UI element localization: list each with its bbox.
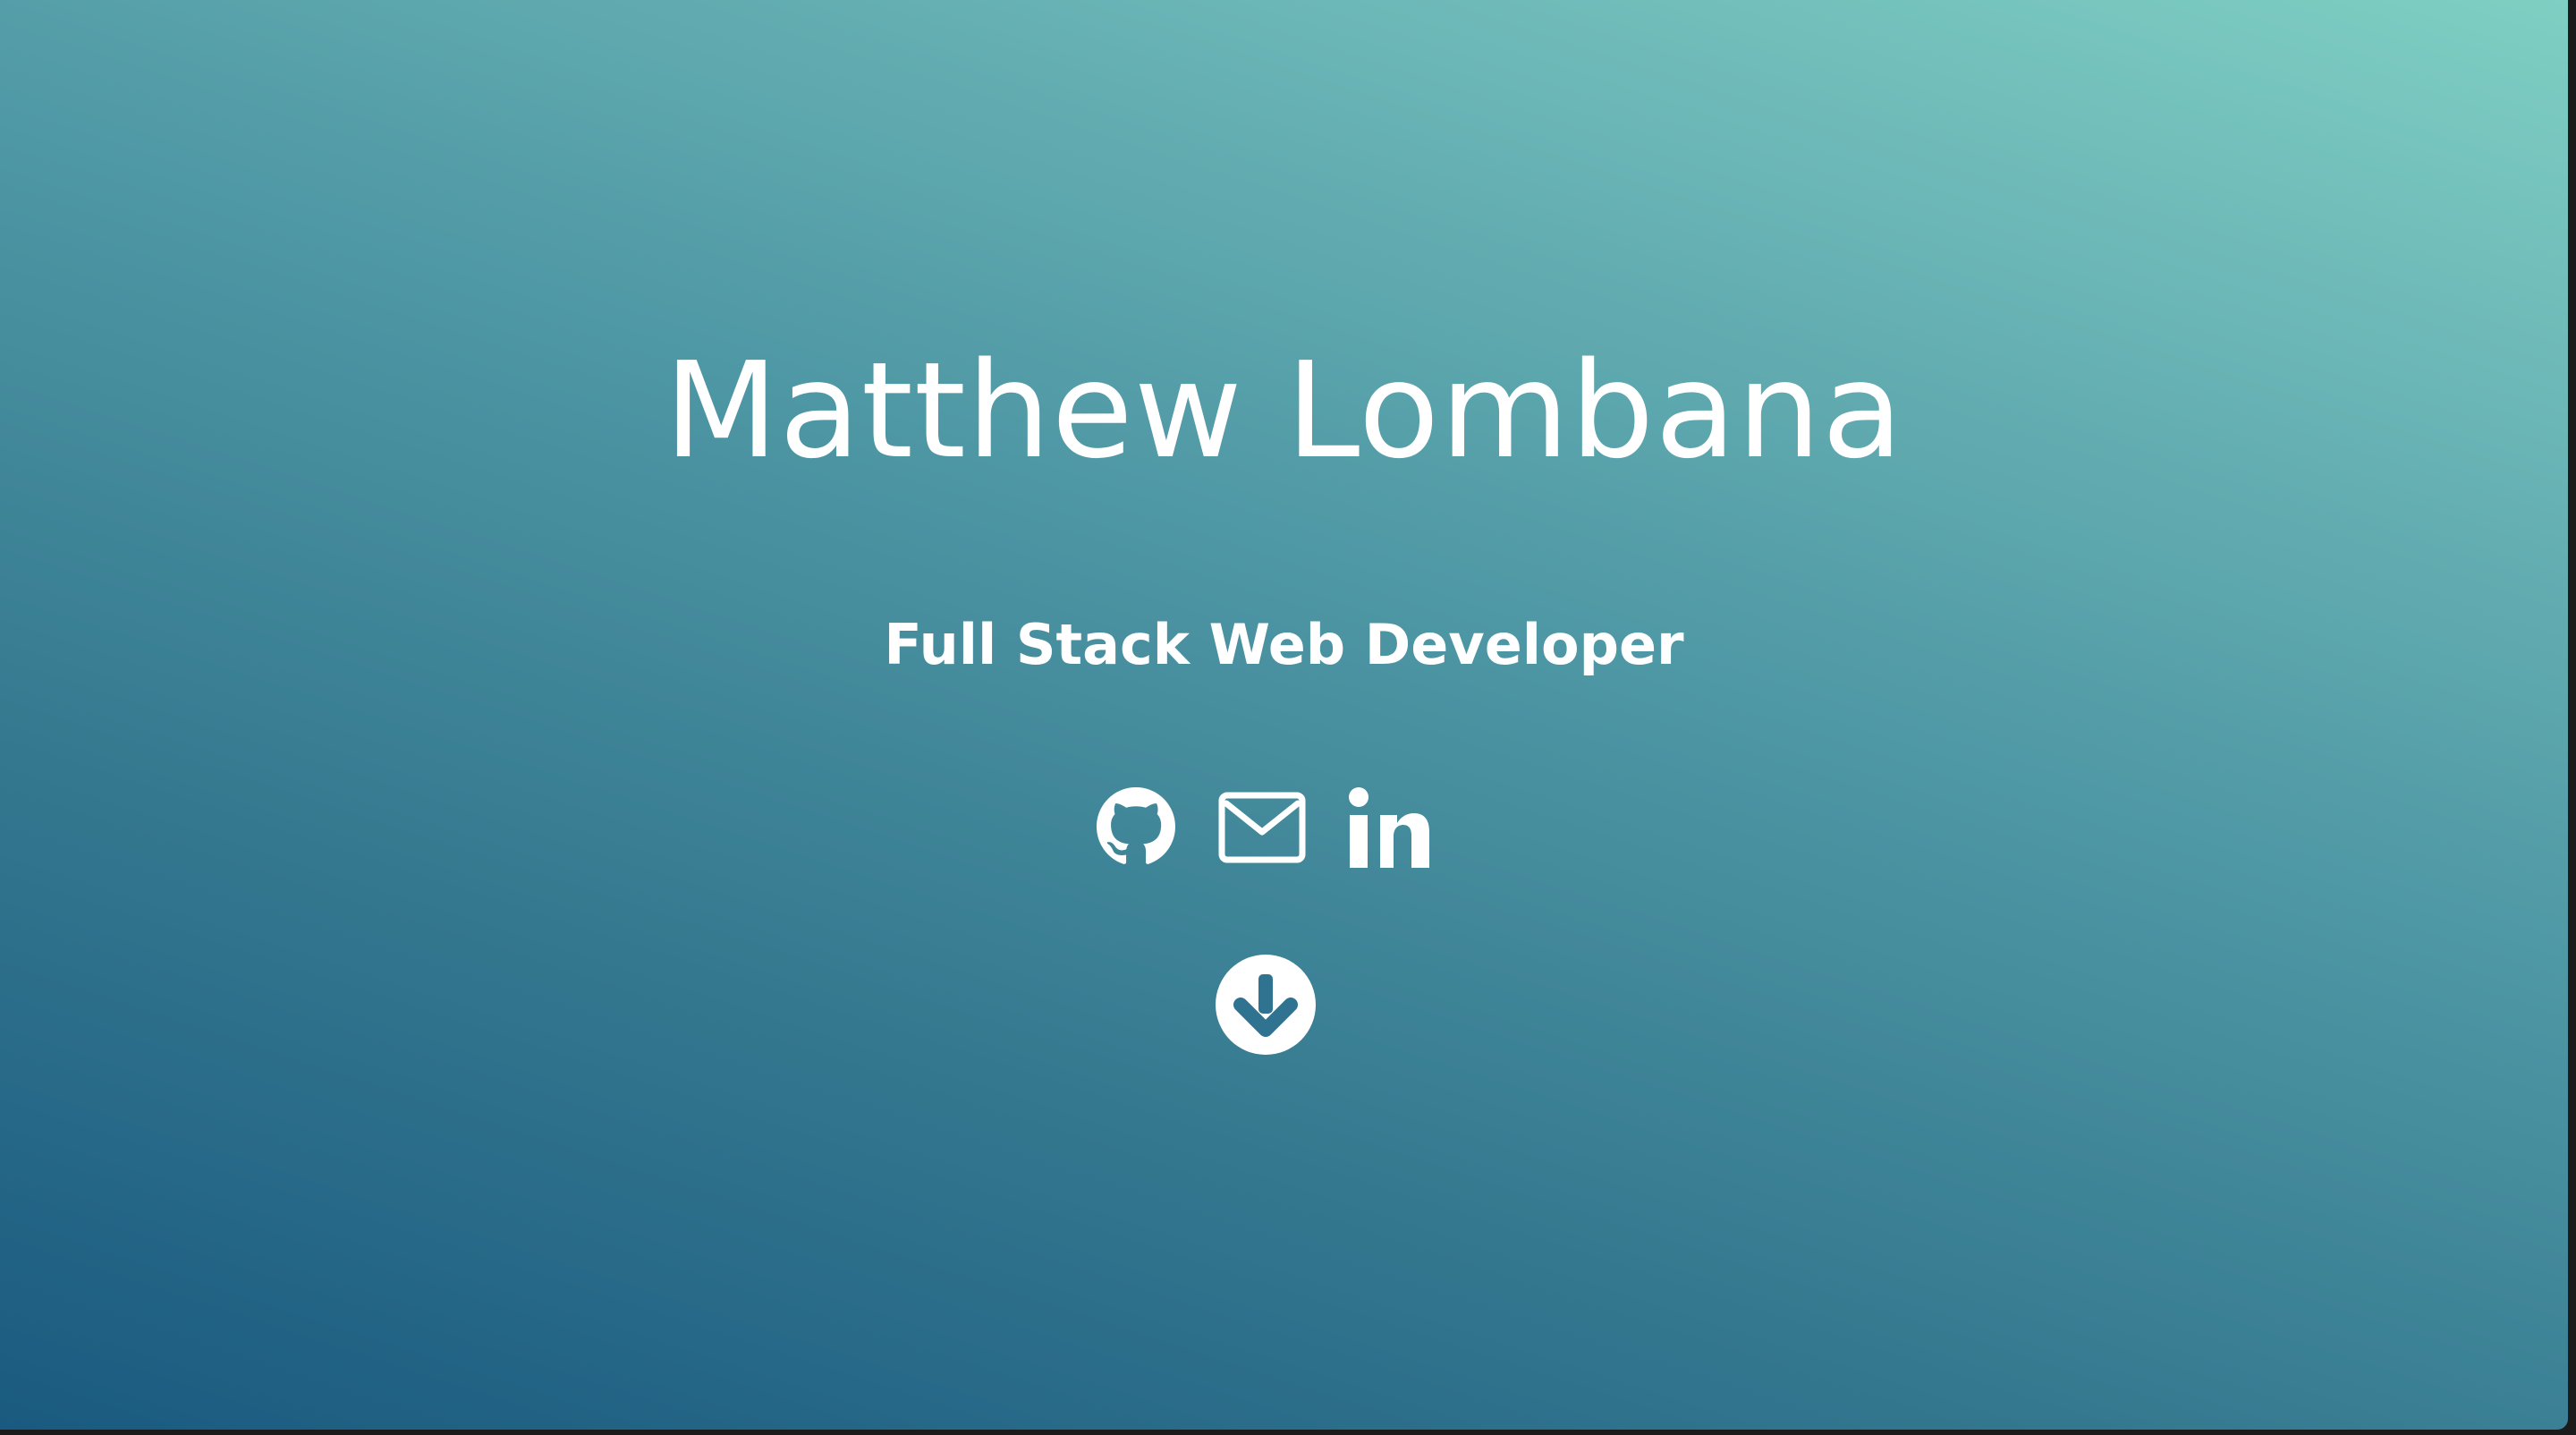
hero-section: Matthew Lombana Full Stack Web Developer [0,0,2568,1430]
github-link[interactable] [1097,787,1175,868]
linkedin-link[interactable] [1347,787,1429,868]
hero-subtitle: Full Stack Web Developer [884,612,1684,677]
scroll-down-button[interactable] [1216,955,1316,1055]
arrow-down-circle-icon [1216,955,1316,1055]
hero-name: Matthew Lombana [664,334,1904,488]
mail-icon [1218,792,1306,863]
linkedin-icon [1349,787,1429,868]
github-icon [1097,787,1175,864]
email-link[interactable] [1218,787,1306,868]
